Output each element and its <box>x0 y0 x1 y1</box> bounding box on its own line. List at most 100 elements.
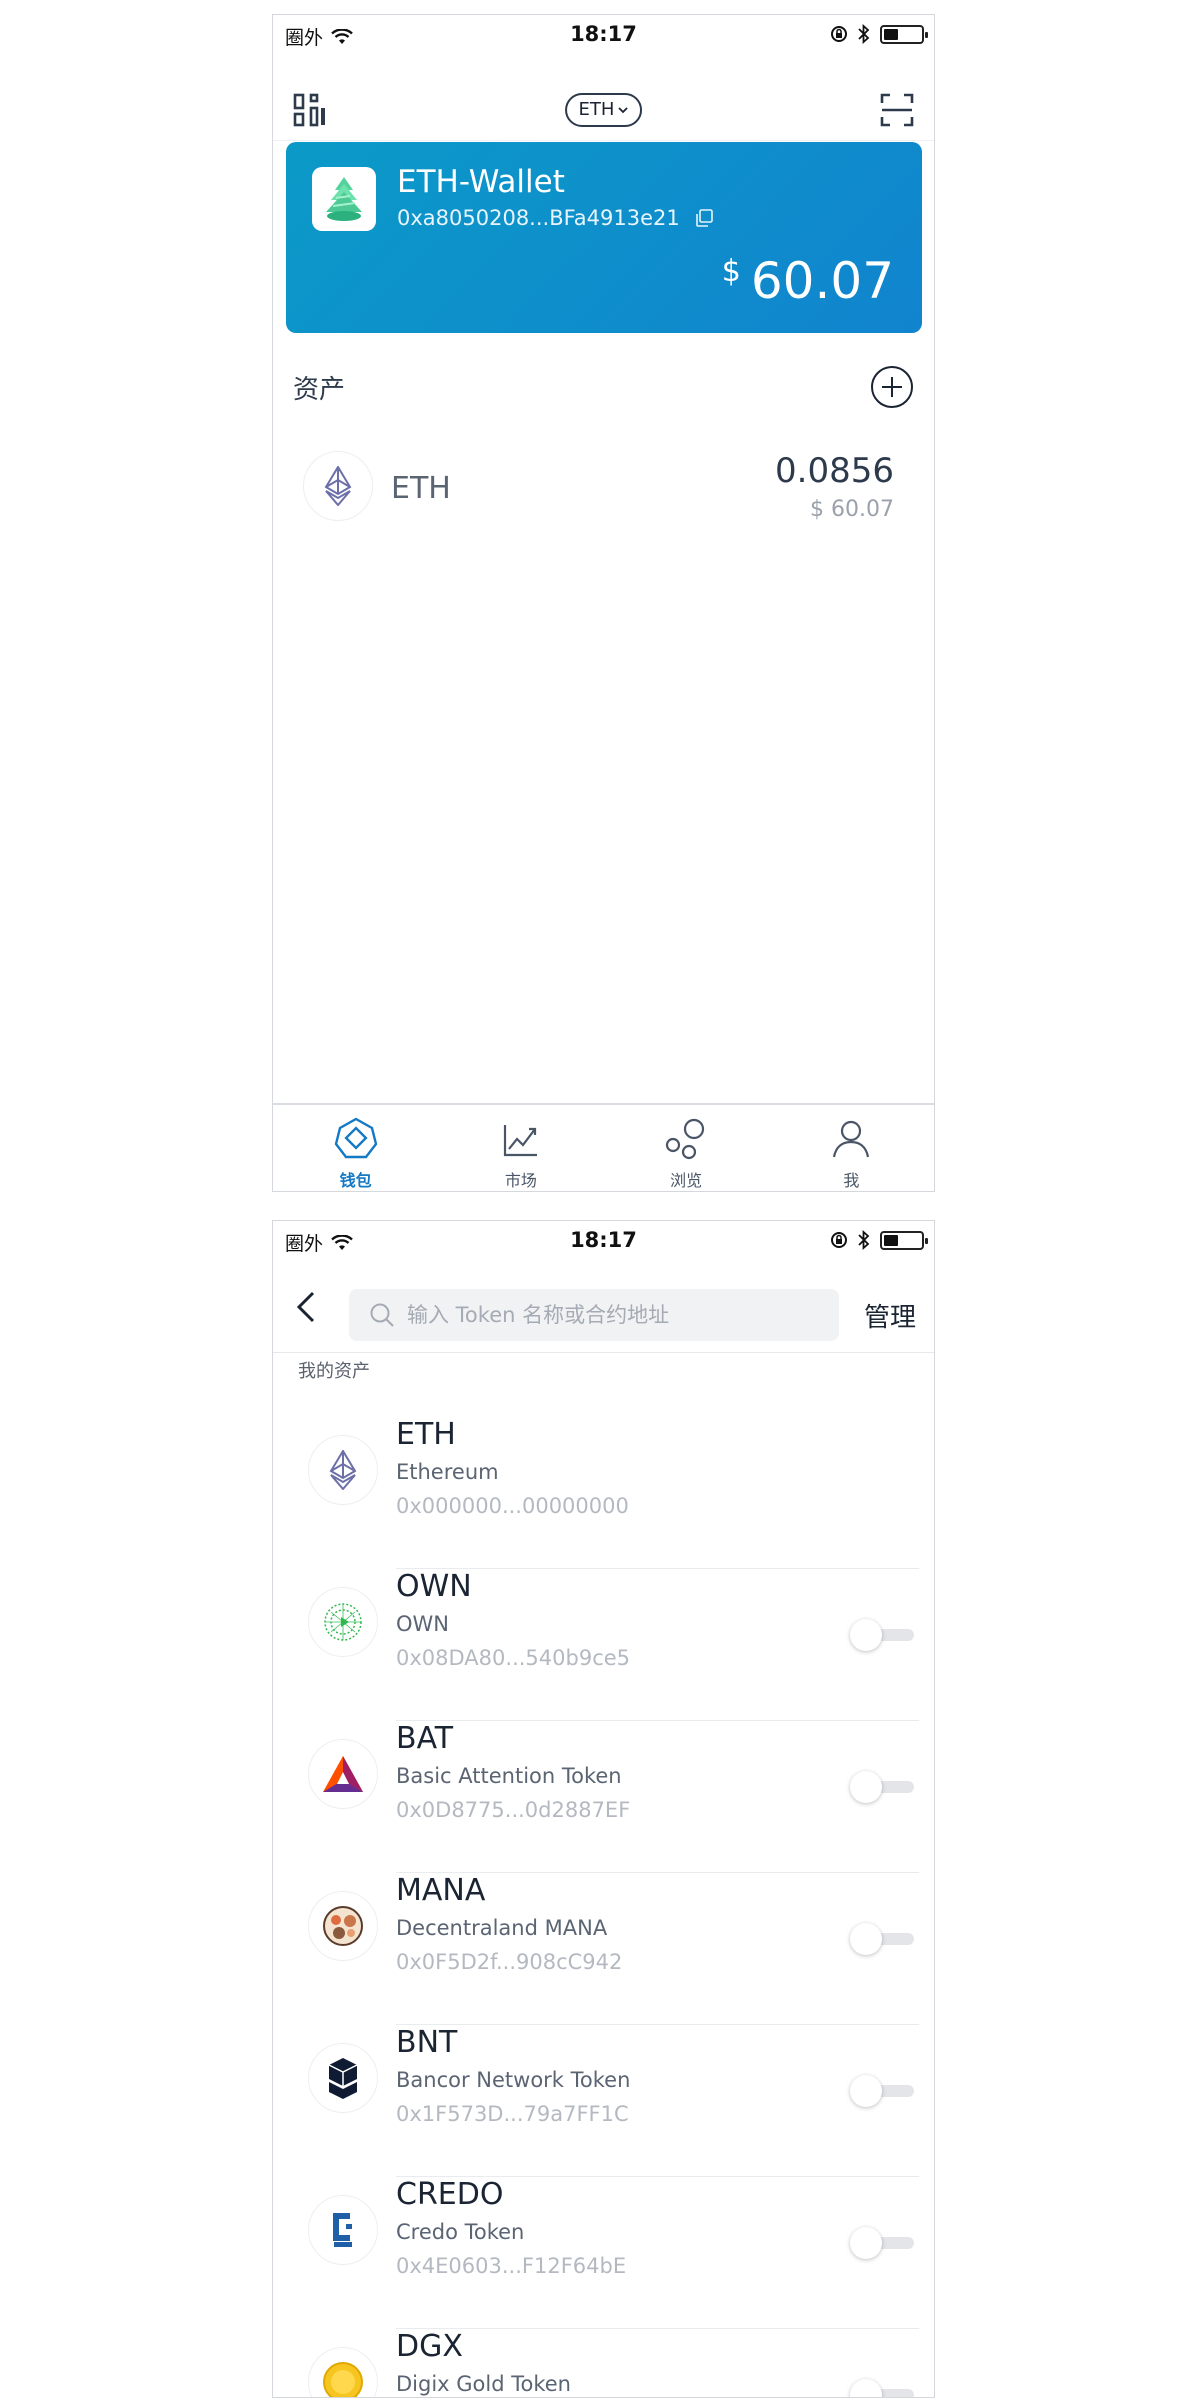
wallet-screen: 圈外 18:17 ETH ETH-Wallet 0xa8050208...BFa… <box>272 14 935 1192</box>
scan-icon[interactable] <box>880 93 914 127</box>
token-address: 0x0F5D2f...908cC942 <box>396 1950 623 1974</box>
bat-icon <box>323 1756 363 1792</box>
copy-icon[interactable] <box>694 208 714 228</box>
token-address: 0x0D8775...0d2887EF <box>396 1798 631 1822</box>
assets-header: 资产 <box>293 365 914 409</box>
token-item-bnt[interactable]: BNT Bancor Network Token 0x1F573D...79a7… <box>273 2025 934 2177</box>
asset-symbol: ETH <box>391 471 451 506</box>
token-name: Digix Gold Token <box>396 2372 571 2396</box>
wallet-icon <box>334 1117 377 1159</box>
token-symbol: MANA <box>396 1873 486 1908</box>
token-address: 0x000000...00000000 <box>396 1494 629 1518</box>
token-toggle[interactable] <box>850 1771 914 1803</box>
token-toggle[interactable] <box>850 2379 914 2397</box>
tab-me[interactable]: 我 <box>769 1105 934 1191</box>
tab-browse[interactable]: 浏览 <box>604 1105 769 1191</box>
asset-amount: 0.0856 <box>775 451 894 491</box>
tab-label: 钱包 <box>339 1171 372 1190</box>
browse-icon <box>666 1118 705 1160</box>
wallet-name: ETH-Wallet <box>397 164 565 200</box>
token-name: Ethereum <box>396 1460 499 1484</box>
token-toggle[interactable] <box>850 2227 914 2259</box>
bluetooth-icon <box>858 1230 870 1250</box>
wallet-avatar <box>312 167 376 231</box>
chain-selector[interactable]: ETH <box>564 93 643 127</box>
token-screen: 圈外 18:17 输入 Token 名称或合约地址 管理 我的资产 ETH Et… <box>272 1220 935 2398</box>
token-item-eth[interactable]: ETH Ethereum 0x000000...00000000 <box>273 1417 934 1569</box>
token-toggle[interactable] <box>850 2075 914 2107</box>
own-icon <box>324 1603 362 1641</box>
token-logo <box>308 1891 378 1961</box>
token-item-credo[interactable]: CREDO Credo Token 0x4E0603...F12F64bE <box>273 2177 934 2329</box>
token-symbol: CREDO <box>396 2177 504 2212</box>
wallet-card[interactable]: ETH-Wallet 0xa8050208...BFa4913e21 $ 60.… <box>286 142 922 333</box>
bnt-icon <box>328 2058 358 2099</box>
token-item-bat[interactable]: BAT Basic Attention Token 0x0D8775...0d2… <box>273 1721 934 1873</box>
balance-value: 60.07 <box>750 252 894 310</box>
manage-button[interactable]: 管理 <box>864 1297 916 1334</box>
currency-symbol: $ <box>721 254 741 289</box>
market-chart-icon <box>503 1125 537 1157</box>
token-search-box[interactable] <box>349 1289 839 1341</box>
token-logo <box>308 2043 378 2113</box>
wallet-list-icon[interactable] <box>293 93 327 127</box>
bluetooth-icon <box>858 24 870 44</box>
token-name: Bancor Network Token <box>396 2068 631 2092</box>
status-bar: 圈外 18:17 <box>273 1221 934 1261</box>
token-name: Basic Attention Token <box>396 1764 622 1788</box>
token-item-own[interactable]: OWN OWN 0x08DA80...540b9ce5 <box>273 1569 934 1721</box>
wallet-header: ETH <box>273 55 934 141</box>
rotation-lock-icon <box>831 1232 847 1248</box>
token-item-dgx[interactable]: DGX Digix Gold Token <box>273 2329 934 2397</box>
chevron-down-icon <box>618 107 629 114</box>
token-address: 0x08DA80...540b9ce5 <box>396 1646 631 1670</box>
mana-icon <box>323 1906 363 1946</box>
token-address: 0x1F573D...79a7FF1C <box>396 2102 629 2126</box>
tab-label: 我 <box>843 1171 860 1190</box>
eth-icon <box>329 1450 357 1490</box>
asset-fiat-value: $ 60.07 <box>810 497 894 522</box>
token-logo <box>308 2195 378 2265</box>
token-symbol: BAT <box>396 1721 454 1756</box>
token-name: OWN <box>396 1612 450 1636</box>
tree-logo-icon <box>326 177 362 221</box>
token-symbol: BNT <box>396 2025 458 2060</box>
tab-market[interactable]: 市场 <box>438 1105 603 1191</box>
token-logo <box>308 1435 378 1505</box>
token-name: Credo Token <box>396 2220 525 2244</box>
tab-label: 市场 <box>504 1171 537 1190</box>
token-address: 0x4E0603...F12F64bE <box>396 2254 627 2278</box>
token-symbol: OWN <box>396 1569 472 1604</box>
tab-bar: 钱包 市场 浏览 我 <box>273 1103 934 1191</box>
token-toggle[interactable] <box>850 1923 914 1955</box>
token-logo <box>308 1587 378 1657</box>
asset-row-eth[interactable]: ETH 0.0856 $ 60.07 <box>303 451 894 527</box>
token-search-header: 管理 <box>273 1261 934 1353</box>
token-search-input[interactable] <box>407 1303 807 1327</box>
dgx-icon <box>323 2362 363 2397</box>
token-logo <box>308 2347 378 2397</box>
my-assets-title: 我的资产 <box>298 1361 370 1382</box>
token-name: Decentraland MANA <box>396 1916 608 1940</box>
search-icon <box>370 1303 394 1327</box>
token-item-mana[interactable]: MANA Decentraland MANA 0x0F5D2f...908cC9… <box>273 1873 934 2025</box>
eth-coin <box>303 451 373 521</box>
chain-selector-label: ETH <box>578 99 615 120</box>
tab-label: 浏览 <box>670 1171 703 1190</box>
eth-icon <box>324 466 352 506</box>
wallet-balance: $ 60.07 <box>722 252 894 310</box>
profile-icon <box>833 1120 870 1158</box>
token-toggle[interactable] <box>850 1619 914 1651</box>
battery-icon <box>880 1230 928 1250</box>
token-logo <box>308 1739 378 1809</box>
tab-wallet[interactable]: 钱包 <box>273 1105 438 1191</box>
battery-icon <box>880 24 928 44</box>
add-asset-button[interactable] <box>870 365 914 409</box>
token-symbol: DGX <box>396 2329 463 2364</box>
credo-icon <box>333 2213 352 2247</box>
status-bar: 圈外 18:17 <box>273 15 934 55</box>
token-list: ETH Ethereum 0x000000...00000000 OWN OWN… <box>273 1417 934 2397</box>
back-arrow-icon[interactable] <box>293 1285 323 1329</box>
wallet-address: 0xa8050208...BFa4913e21 <box>397 206 680 230</box>
rotation-lock-icon <box>831 26 847 42</box>
